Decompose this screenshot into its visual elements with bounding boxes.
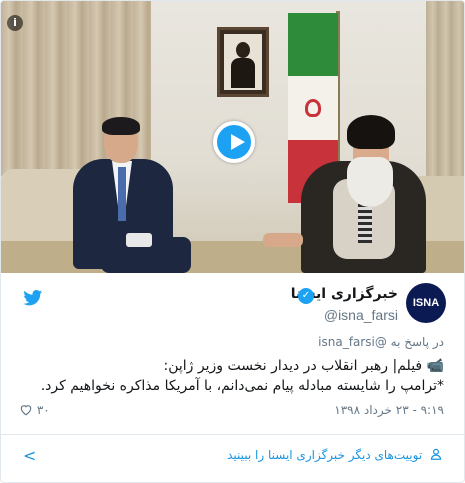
- video-thumbnail[interactable]: i: [1, 1, 464, 273]
- author-handle[interactable]: @isna_farsi: [324, 307, 398, 323]
- scene-curtain: [426, 1, 464, 201]
- tweet-card: i ISNA خبرگزاری ایسنا ✓ @isna_farsi در پ…: [0, 0, 465, 483]
- verified-badge-icon: ✓: [298, 288, 314, 304]
- reply-prefix: در پاسخ به: [390, 335, 444, 349]
- more-tweets-label: توییت‌های دیگر خبرگزاری ایسنا را ببینید: [227, 448, 423, 462]
- tweet-timestamp[interactable]: ۹:۱۹ - ۲۳ خرداد ۱۳۹۸: [334, 403, 444, 417]
- chevron-left-icon: <: [23, 446, 37, 465]
- more-tweets-row: توییت‌های دیگر خبرگزاری ایسنا را ببینید: [227, 448, 442, 462]
- user-icon: [430, 448, 442, 460]
- tweet-text-line: *ترامپ را شایسته مبادله پیام نمی‌دانم، ب…: [40, 378, 444, 394]
- info-icon[interactable]: i: [7, 15, 23, 31]
- play-icon[interactable]: [213, 121, 255, 163]
- more-tweets-link[interactable]: توییت‌های دیگر خبرگزاری ایسنا را ببینید …: [1, 434, 464, 474]
- like-button[interactable]: ۳۰: [19, 403, 50, 417]
- heart-icon: [20, 405, 32, 416]
- tweet-text: 📹 فیلم| رهبر انقلاب در دیدار نخست وزیر ژ…: [14, 356, 444, 396]
- scene-portrait: [217, 27, 269, 97]
- twitter-bird-icon[interactable]: [23, 290, 43, 306]
- reply-mention-link[interactable]: @isna_farsi: [318, 335, 387, 349]
- like-count: ۳۰: [36, 403, 50, 417]
- tweet-text-line: 📹 فیلم| رهبر انقلاب در دیدار نخست وزیر ژ…: [163, 358, 444, 374]
- avatar[interactable]: ISNA: [406, 283, 446, 323]
- reply-context: در پاسخ به @isna_farsi: [318, 335, 444, 349]
